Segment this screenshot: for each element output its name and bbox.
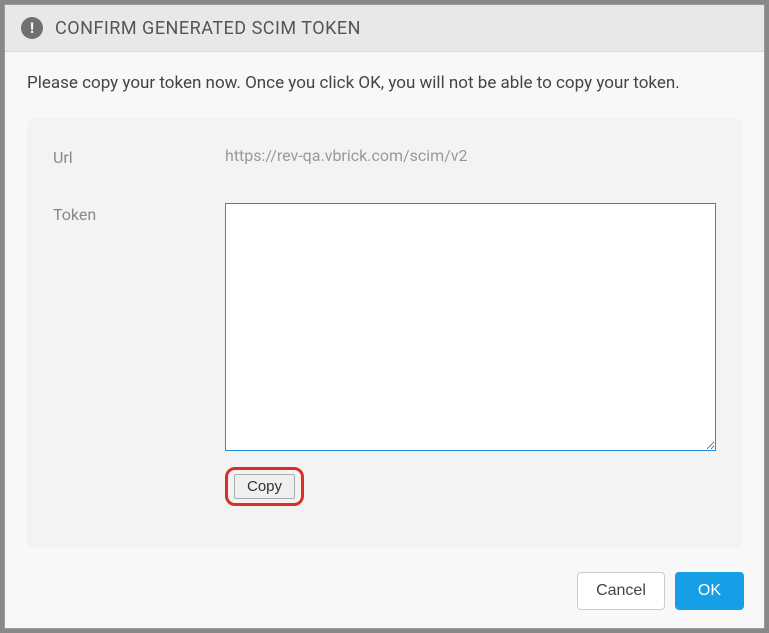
copy-button[interactable]: Copy <box>234 474 295 499</box>
form-card: Url https://rev-qa.vbrick.com/scim/v2 To… <box>27 118 742 548</box>
cancel-button[interactable]: Cancel <box>577 572 665 610</box>
modal-dialog: ! CONFIRM GENERATED SCIM TOKEN Please co… <box>4 4 765 629</box>
token-row: Token Copy <box>53 203 716 506</box>
token-textarea[interactable] <box>225 203 716 451</box>
url-row: Url https://rev-qa.vbrick.com/scim/v2 <box>53 146 716 167</box>
exclamation-icon: ! <box>21 17 43 39</box>
url-label: Url <box>53 146 225 167</box>
token-label: Token <box>53 203 225 224</box>
token-field-wrapper: Copy <box>225 203 716 506</box>
copy-highlight: Copy <box>225 467 304 506</box>
modal-footer: Cancel OK <box>5 558 764 628</box>
ok-button[interactable]: OK <box>675 572 744 610</box>
modal-body: Please copy your token now. Once you cli… <box>5 52 764 558</box>
modal-header: ! CONFIRM GENERATED SCIM TOKEN <box>5 5 764 52</box>
instruction-text: Please copy your token now. Once you cli… <box>27 72 742 96</box>
url-value: https://rev-qa.vbrick.com/scim/v2 <box>225 146 716 165</box>
modal-title: CONFIRM GENERATED SCIM TOKEN <box>55 18 361 39</box>
